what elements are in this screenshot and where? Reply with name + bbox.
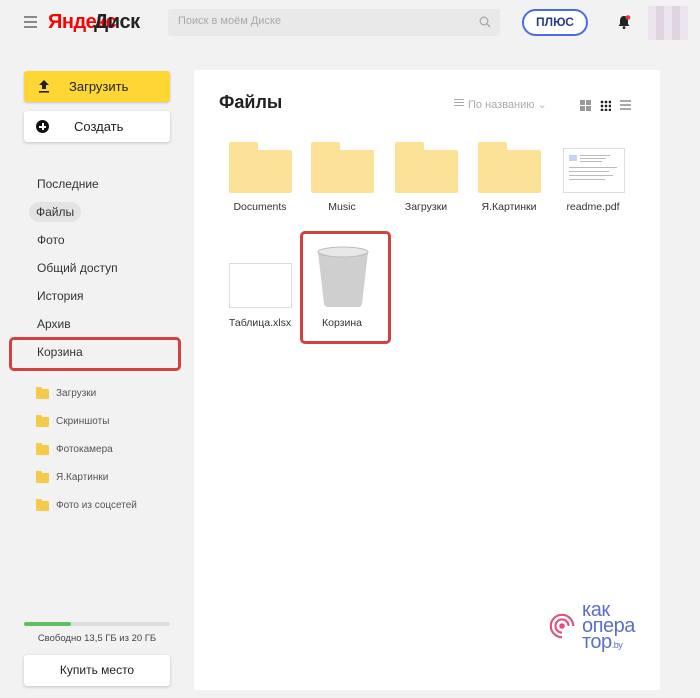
upload-icon <box>39 80 49 93</box>
sidebar-folders: Загрузки Скриншоты Фотокамера Я.Картинки… <box>36 384 186 524</box>
trash-bin-highlight-frame <box>300 231 391 344</box>
tiles-large-icon[interactable] <box>580 100 591 111</box>
pdf-thumbnail[interactable] <box>563 148 625 193</box>
sidebar-folder-label: Скриншоты <box>56 416 110 427</box>
watermark-line-3: тор.by <box>582 631 623 653</box>
create-label: Создать <box>74 119 124 134</box>
sidebar-item-label: Последние <box>37 177 99 191</box>
sidebar-folder-screenshots[interactable]: Скриншоты <box>36 412 186 440</box>
folder-icon <box>478 140 541 193</box>
sidebar-item-shared[interactable]: Общий доступ <box>24 258 184 286</box>
search-box[interactable] <box>168 9 500 36</box>
sidebar-folder-yapictures[interactable]: Я.Картинки <box>36 468 186 496</box>
folder-icon <box>36 443 49 455</box>
sidebar-folder-downloads[interactable]: Загрузки <box>36 384 186 412</box>
sidebar-item-label: История <box>37 289 84 303</box>
tiles-small-icon[interactable] <box>600 100 611 111</box>
signal-icon <box>549 613 575 639</box>
watermark-logo: как опера тор.by <box>548 600 658 654</box>
folder-icon <box>36 499 49 511</box>
sort-icon[interactable] <box>454 99 464 108</box>
sidebar-item-files[interactable]: Файлы <box>24 202 184 230</box>
sidebar-item-label: Архив <box>37 317 71 331</box>
folder-icon <box>36 415 49 427</box>
search-icon[interactable] <box>479 16 491 28</box>
logo-product[interactable]: Диск <box>94 11 140 34</box>
sidebar-folder-label: Фото из соцсетей <box>56 500 137 511</box>
sidebar-folder-camera[interactable]: Фотокамера <box>36 440 186 468</box>
trash-highlight-frame <box>9 337 181 371</box>
sidebar-item-history[interactable]: История <box>24 286 184 314</box>
buy-space-button[interactable]: Купить место <box>24 655 170 686</box>
sidebar-item-recent[interactable]: Последние <box>24 174 184 202</box>
file-name: readme.pdf <box>566 201 620 213</box>
upload-button[interactable]: Загрузить <box>24 71 170 102</box>
sort-dropdown[interactable]: По названию ⌄ <box>468 98 547 111</box>
folder-icon <box>229 140 292 193</box>
plus-icon <box>36 120 49 133</box>
bell-icon[interactable] <box>616 14 632 30</box>
files-panel: Файлы По названию ⌄ Documents Music Загр… <box>194 70 660 690</box>
sidebar-folder-social[interactable]: Фото из соцсетей <box>36 496 186 524</box>
watermark-suffix: .by <box>611 640 623 650</box>
avatar[interactable] <box>648 6 688 40</box>
sidebar-item-photo[interactable]: Фото <box>24 230 184 258</box>
sidebar-folder-label: Фотокамера <box>56 444 113 455</box>
folder-icon <box>311 140 374 193</box>
page-title: Файлы <box>219 92 283 112</box>
sort-label: По названию <box>468 99 535 111</box>
plus-button[interactable]: ПЛЮС <box>522 9 588 36</box>
chevron-down-icon: ⌄ <box>537 99 547 111</box>
upload-label: Загрузить <box>69 79 129 94</box>
quota-bar <box>24 622 170 626</box>
create-button[interactable]: Создать <box>24 111 170 142</box>
top-bar: Яндекс Диск ПЛЮС <box>0 0 700 48</box>
sidebar-item-label: Файлы <box>29 202 82 222</box>
xlsx-thumbnail[interactable] <box>229 263 292 308</box>
quota-text: Свободно 13,5 ГБ из 20 ГБ <box>37 633 157 644</box>
sidebar-folder-label: Я.Картинки <box>56 472 109 483</box>
quota-fill <box>24 622 72 626</box>
folder-icon <box>36 387 49 399</box>
sidebar-item-label: Фото <box>37 233 65 247</box>
folder-icon <box>36 471 49 483</box>
search-input[interactable] <box>178 15 468 27</box>
watermark-line-3-text: тор <box>582 631 612 653</box>
sidebar-folder-label: Загрузки <box>56 388 97 399</box>
menu-icon[interactable] <box>24 16 37 28</box>
sidebar-item-label: Общий доступ <box>37 261 118 275</box>
folder-icon <box>395 140 458 193</box>
list-icon[interactable] <box>620 100 631 111</box>
